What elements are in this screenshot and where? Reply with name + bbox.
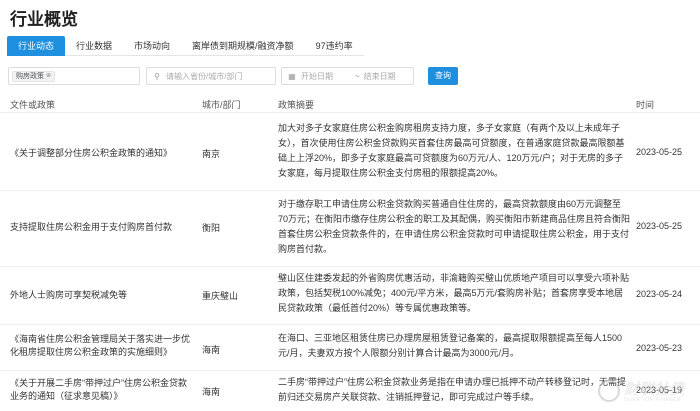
tab-market-trends[interactable]: 市场动向 xyxy=(123,36,182,56)
header-title: 文件或政策 xyxy=(10,100,56,110)
header-summary: 政策摘要 xyxy=(278,100,315,110)
row-city: 南京 xyxy=(202,149,221,159)
date-separator: ~ xyxy=(355,71,360,81)
watermark-text: 财联社债 xyxy=(624,381,685,398)
category-select[interactable]: 购房政策 ⊗ xyxy=(8,67,140,85)
tab-offshore-bonds[interactable]: 离岸债到期规模/融资净额 xyxy=(181,36,305,56)
category-tag-label: 购房政策 xyxy=(16,73,44,80)
table-row[interactable]: 外地人士购房可享契税减免等 重庆璧山 璧山区住建委发起的外省购房优惠活动，非渝籍… xyxy=(0,267,700,325)
category-tag: 购房政策 ⊗ xyxy=(12,71,56,82)
row-time: 2023-05-25 xyxy=(636,147,683,157)
watermark-subtext: DURATION FINANCE xyxy=(624,397,682,403)
row-title[interactable]: 《关于开展二手房“带押过户”住房公积金贷款业务的通知（征求意见稿）》 xyxy=(10,377,195,403)
row-summary: 二手房“带押过户”住房公积金贷款业务是指在申请办理已抵押不动产转移登记时，无需提… xyxy=(278,377,626,402)
row-time: 2023-05-23 xyxy=(636,343,683,353)
date-range-picker[interactable]: ▦ 开始日期 ~ 结束日期 xyxy=(281,67,414,85)
watermark-logo: 财联社债 DURATION FINANCE xyxy=(598,378,698,408)
calendar-icon: ▦ xyxy=(288,71,296,81)
table-row[interactable]: 《关于调整部分住房公积金政策的通知》 南京 加大对多子女家庭住房公积金购房租房支… xyxy=(0,113,700,191)
tab-bar: 行业动态 行业数据 市场动向 离岸债到期规模/融资净额 97违约率 xyxy=(7,36,364,56)
header-city: 城市/部门 xyxy=(202,100,241,110)
tab-default-rate[interactable]: 97违约率 xyxy=(304,36,364,56)
query-button[interactable]: 查询 xyxy=(428,67,458,85)
table-row[interactable]: 支持提取住房公积金用于支付购房首付款 衡阳 对于缴存职工申请住房公积金贷款购买普… xyxy=(0,191,700,267)
row-time: 2023-05-24 xyxy=(636,289,683,299)
row-city: 海南 xyxy=(202,387,221,397)
tab-industry-news[interactable]: 行业动态 xyxy=(7,36,66,56)
start-date-field[interactable]: 开始日期 xyxy=(301,71,351,82)
page-title: 行业概览 xyxy=(10,10,78,29)
row-time: 2023-05-25 xyxy=(636,221,683,231)
row-summary: 对于缴存职工申请住房公积金贷款购买普通自住住房的，最高贷款额度由60万元调整至7… xyxy=(278,199,631,254)
end-date-field[interactable]: 结束日期 xyxy=(364,71,396,82)
row-summary: 加大对多子女家庭住房公积金购房租房支持力度，多子女家庭（有两个及以上未成年子女）… xyxy=(278,123,625,178)
search-input[interactable]: ⚲ 请输入省份/城市/部门 xyxy=(146,67,276,85)
watermark-icon xyxy=(598,380,620,402)
header-time: 时间 xyxy=(636,100,655,110)
row-title[interactable]: 《关于调整部分住房公积金政策的通知》 xyxy=(10,147,195,160)
table-header: 文件或政策 城市/部门 政策摘要 时间 xyxy=(0,93,700,113)
table-row[interactable]: 《关于开展二手房“带押过户”住房公积金贷款业务的通知（征求意见稿）》 海南 二手… xyxy=(0,371,700,411)
filter-bar: 购房政策 ⊗ ⚲ 请输入省份/城市/部门 ▦ 开始日期 ~ 结束日期 查询 xyxy=(8,67,458,85)
row-title[interactable]: 《海南省住房公积金管理局关于落实进一步优化租房提取住房公积金政策的实施细则》 xyxy=(10,333,195,359)
tab-industry-data[interactable]: 行业数据 xyxy=(65,36,124,56)
row-summary: 在海口、三亚地区租赁住房已办理房屋租赁登记备案的，最高提取限额提高至每人1500… xyxy=(278,333,623,358)
row-city: 海南 xyxy=(202,345,221,355)
row-summary: 璧山区住建委发起的外省购房优惠活动，非渝籍购买璧山优质地产项目可以享受六项补贴政… xyxy=(278,273,630,313)
row-title[interactable]: 外地人士购房可享契税减免等 xyxy=(10,289,195,302)
row-title[interactable]: 支持提取住房公积金用于支付购房首付款 xyxy=(10,221,195,234)
row-city: 重庆璧山 xyxy=(202,291,239,301)
table-row[interactable]: 《海南省住房公积金管理局关于落实进一步优化租房提取住房公积金政策的实施细则》 海… xyxy=(0,325,700,371)
search-icon: ⚲ xyxy=(154,71,160,81)
row-city: 衡阳 xyxy=(202,223,221,233)
search-placeholder: 请输入省份/城市/部门 xyxy=(166,71,243,81)
close-icon[interactable]: ⊗ xyxy=(46,71,51,82)
